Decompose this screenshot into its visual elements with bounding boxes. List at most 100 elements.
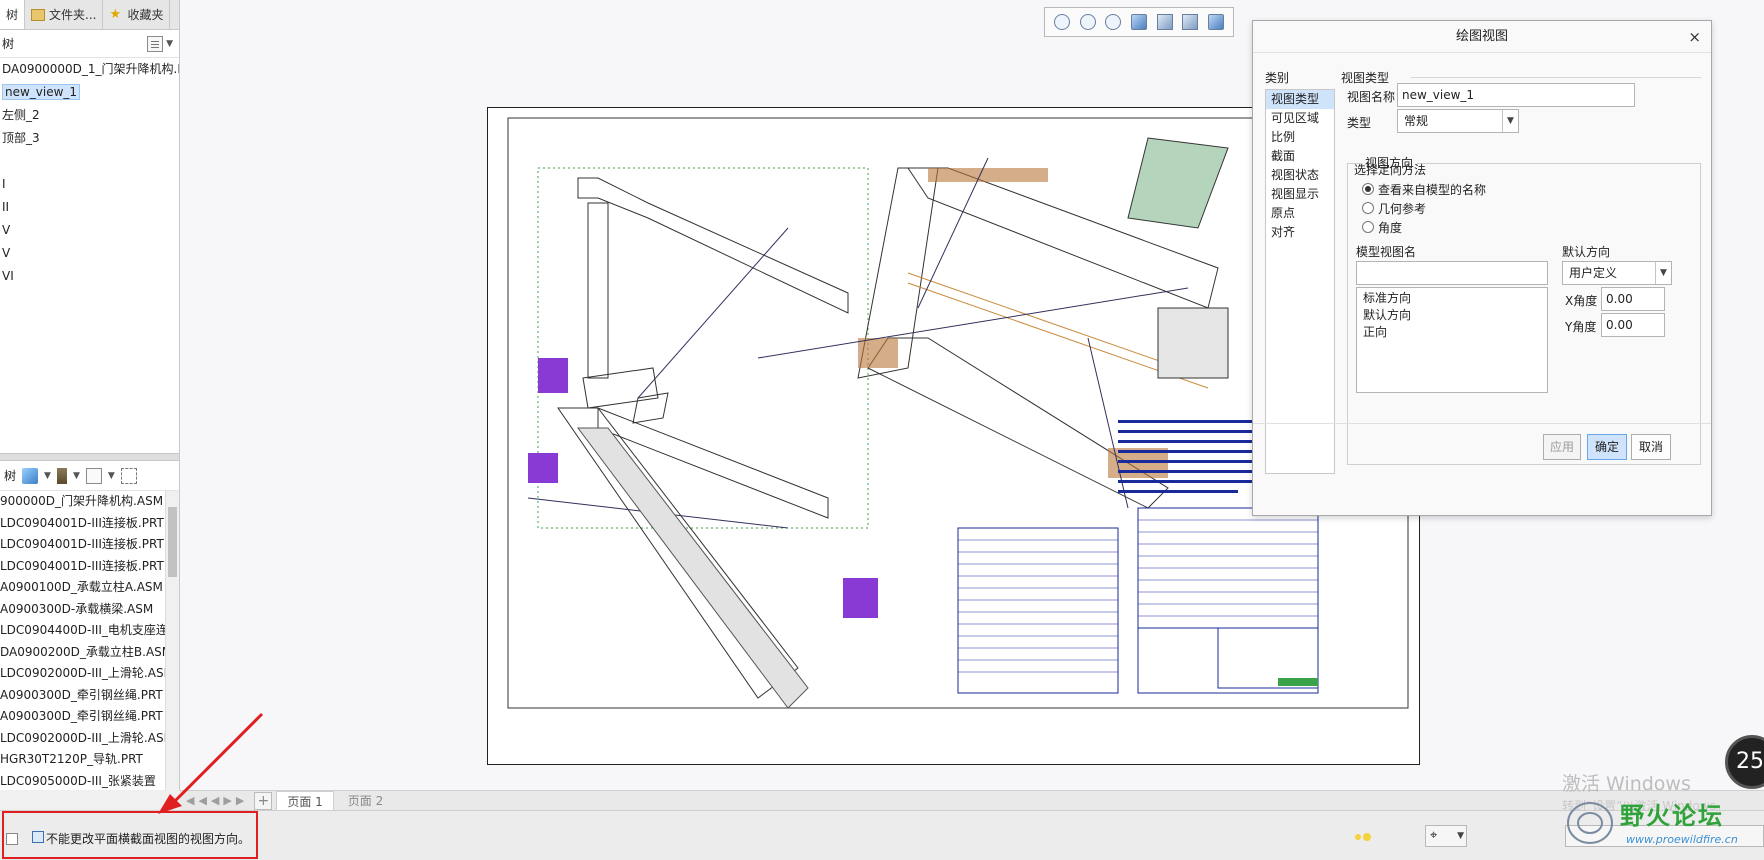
category-item-alignment[interactable]: 对齐	[1266, 223, 1334, 242]
tool-icon[interactable]	[56, 467, 67, 484]
tab-favorites-label: 收藏夹	[127, 8, 164, 22]
tree-item-selected[interactable]: new_view_1	[0, 81, 179, 104]
cancel-button[interactable]: 取消	[1631, 434, 1671, 460]
tree-item[interactable]: V	[0, 242, 179, 265]
radio-geometry-reference[interactable]	[1362, 202, 1374, 214]
tab-page-1[interactable]: 页面 1	[276, 790, 334, 811]
apply-button[interactable]: 应用	[1543, 434, 1581, 460]
list-item[interactable]: A0900300D_牵引钢丝绳.PRT	[0, 685, 179, 707]
model-display-icon[interactable]	[22, 467, 39, 484]
find-button[interactable]: ⌖ ▼	[1425, 825, 1467, 847]
radio-model-view-name[interactable]	[1362, 183, 1374, 195]
scrollbar-thumb[interactable]	[168, 507, 177, 577]
category-item-origin[interactable]: 原点	[1266, 204, 1334, 223]
chevron-down-icon[interactable]: ▼	[108, 471, 115, 481]
chevron-down-icon[interactable]: ▼	[166, 39, 173, 49]
type-select[interactable]: 常规 ▼	[1397, 109, 1519, 133]
annotation-arrow-icon	[158, 712, 264, 814]
list-item[interactable]: LDC0904001D-III连接板.PRT	[0, 534, 179, 556]
category-item-view-type[interactable]: 视图类型	[1266, 90, 1334, 109]
tab-folder[interactable]: 文件夹...	[25, 0, 104, 29]
x-angle-label: X角度	[1565, 294, 1598, 308]
list-item[interactable]: 默认方向	[1363, 307, 1541, 324]
message-icon	[32, 831, 44, 843]
tree-item[interactable]: DA0900000D_1_门架升降机构.D	[0, 58, 179, 81]
drawing-view-dialog: 绘图视图 × 类别 视图类型 可见区域 比例 截面 视图状态 视图显示 原点 对…	[1252, 20, 1712, 516]
tree-item[interactable]: 顶部_3	[0, 127, 179, 150]
list-item[interactable]: LDC0902000D-III_上滑轮.ASM	[0, 663, 179, 685]
model-view-list: 标准方向 默认方向 正向	[1356, 287, 1548, 393]
sheet-tab-bar: ◀◀◀▶▶ + 页面 1 页面 2	[180, 790, 1764, 811]
tree-settings-icon[interactable]	[147, 35, 164, 52]
list-item[interactable]: 标准方向	[1363, 290, 1541, 307]
zoom-out-icon[interactable]	[1105, 14, 1122, 30]
tree-item[interactable]: II	[0, 196, 179, 219]
status-light-icon	[1355, 831, 1375, 843]
y-angle-input[interactable]: 0.00	[1601, 313, 1665, 337]
dialog-footer-divider	[1253, 423, 1711, 424]
category-item-scale[interactable]: 比例	[1266, 128, 1334, 147]
zoom-in-icon[interactable]	[1079, 14, 1096, 30]
list-item[interactable]: DA0900200D_承载立柱B.ASM	[0, 642, 179, 664]
list-item[interactable]: LDC0904001D-III连接板.PRT	[0, 556, 179, 578]
display-style-icon[interactable]	[1156, 14, 1173, 30]
panel-splitter[interactable]	[0, 453, 179, 461]
default-orientation-select[interactable]: 用户定义 ▼	[1562, 261, 1672, 285]
chevron-down-icon[interactable]: ▼	[1457, 826, 1464, 846]
tree-item[interactable]: V	[0, 219, 179, 242]
tab-favorites[interactable]: ★ 收藏夹	[103, 0, 171, 29]
filter-icon[interactable]	[120, 467, 137, 484]
orientation-method-label: 选择定向方法	[1354, 163, 1427, 177]
list-settings-icon[interactable]	[85, 467, 102, 484]
tab-page-2[interactable]: 页面 2	[338, 791, 393, 811]
x-angle-input[interactable]: 0.00	[1601, 287, 1665, 311]
category-item-visible-area[interactable]: 可见区域	[1266, 109, 1334, 128]
tree-item[interactable]: VI	[0, 265, 179, 288]
repaint-icon[interactable]	[1130, 14, 1147, 30]
radio-label: 查看来自模型的名称	[1378, 183, 1487, 197]
tree-item[interactable]: 左侧_2	[0, 104, 179, 127]
list-item[interactable]: 900000D_门架升降机构.ASM	[0, 491, 179, 513]
model-view-name-input[interactable]	[1356, 261, 1548, 285]
category-header: 类别	[1265, 71, 1290, 85]
list-item[interactable]: A0900300D-承载横梁.ASM	[0, 599, 179, 621]
view-name-input[interactable]: new_view_1	[1397, 83, 1635, 107]
list-item[interactable]: A0900100D_承载立柱A.ASM	[0, 577, 179, 599]
view-manager-icon[interactable]	[1182, 14, 1199, 30]
ok-button[interactable]: 确定	[1587, 434, 1627, 460]
chevron-down-icon[interactable]: ▼	[1502, 110, 1518, 132]
model-view-name-label: 模型视图名	[1356, 245, 1417, 259]
dot-icon	[1363, 833, 1371, 841]
tab-tree-label: 树	[6, 8, 19, 22]
status-checkbox[interactable]	[6, 833, 18, 845]
list-item[interactable]: 正向	[1363, 324, 1541, 341]
category-list: 视图类型 可见区域 比例 截面 视图状态 视图显示 原点 对齐	[1265, 89, 1335, 474]
folder-icon	[31, 8, 46, 21]
category-item-view-display[interactable]: 视图显示	[1266, 185, 1334, 204]
zoom-fit-icon[interactable]	[1053, 14, 1070, 30]
star-icon: ★	[109, 6, 122, 22]
tab-tree[interactable]: 树	[0, 0, 26, 29]
tree-item[interactable]: I	[0, 173, 179, 196]
annotation-display-icon[interactable]	[1208, 14, 1225, 30]
model-tree-toolbar: 树 ▼ ▼ ▼	[0, 461, 179, 491]
tree-item[interactable]	[0, 150, 179, 173]
type-select-value: 常规	[1404, 114, 1429, 128]
category-item-section[interactable]: 截面	[1266, 147, 1334, 166]
list-item[interactable]: LDC0904001D-III连接板.PRT	[0, 513, 179, 535]
windows-activation-watermark: 激活 Windows	[1562, 773, 1691, 795]
chevron-down-icon[interactable]: ▼	[73, 471, 80, 481]
close-icon[interactable]: ×	[1688, 21, 1701, 53]
category-item-view-state[interactable]: 视图状态	[1266, 166, 1334, 185]
radio-angles[interactable]	[1362, 221, 1374, 233]
view-type-section-title: 视图类型	[1341, 71, 1390, 85]
forum-name: 野火论坛	[1620, 802, 1724, 830]
view-name-label: 视图名称	[1347, 90, 1396, 104]
type-label: 类型	[1347, 116, 1372, 130]
model-tree-header: 树	[4, 469, 17, 483]
list-item[interactable]: LDC0904400D-III_电机支座连	[0, 620, 179, 642]
binoculars-icon: ⌖	[1430, 828, 1438, 843]
left-navigator-panel: 树 文件夹... ★ 收藏夹 树 ▼ DA0900000D_1_门架升降机构.D …	[0, 0, 180, 791]
chevron-down-icon[interactable]: ▼	[1655, 262, 1671, 284]
chevron-down-icon[interactable]: ▼	[44, 471, 51, 481]
